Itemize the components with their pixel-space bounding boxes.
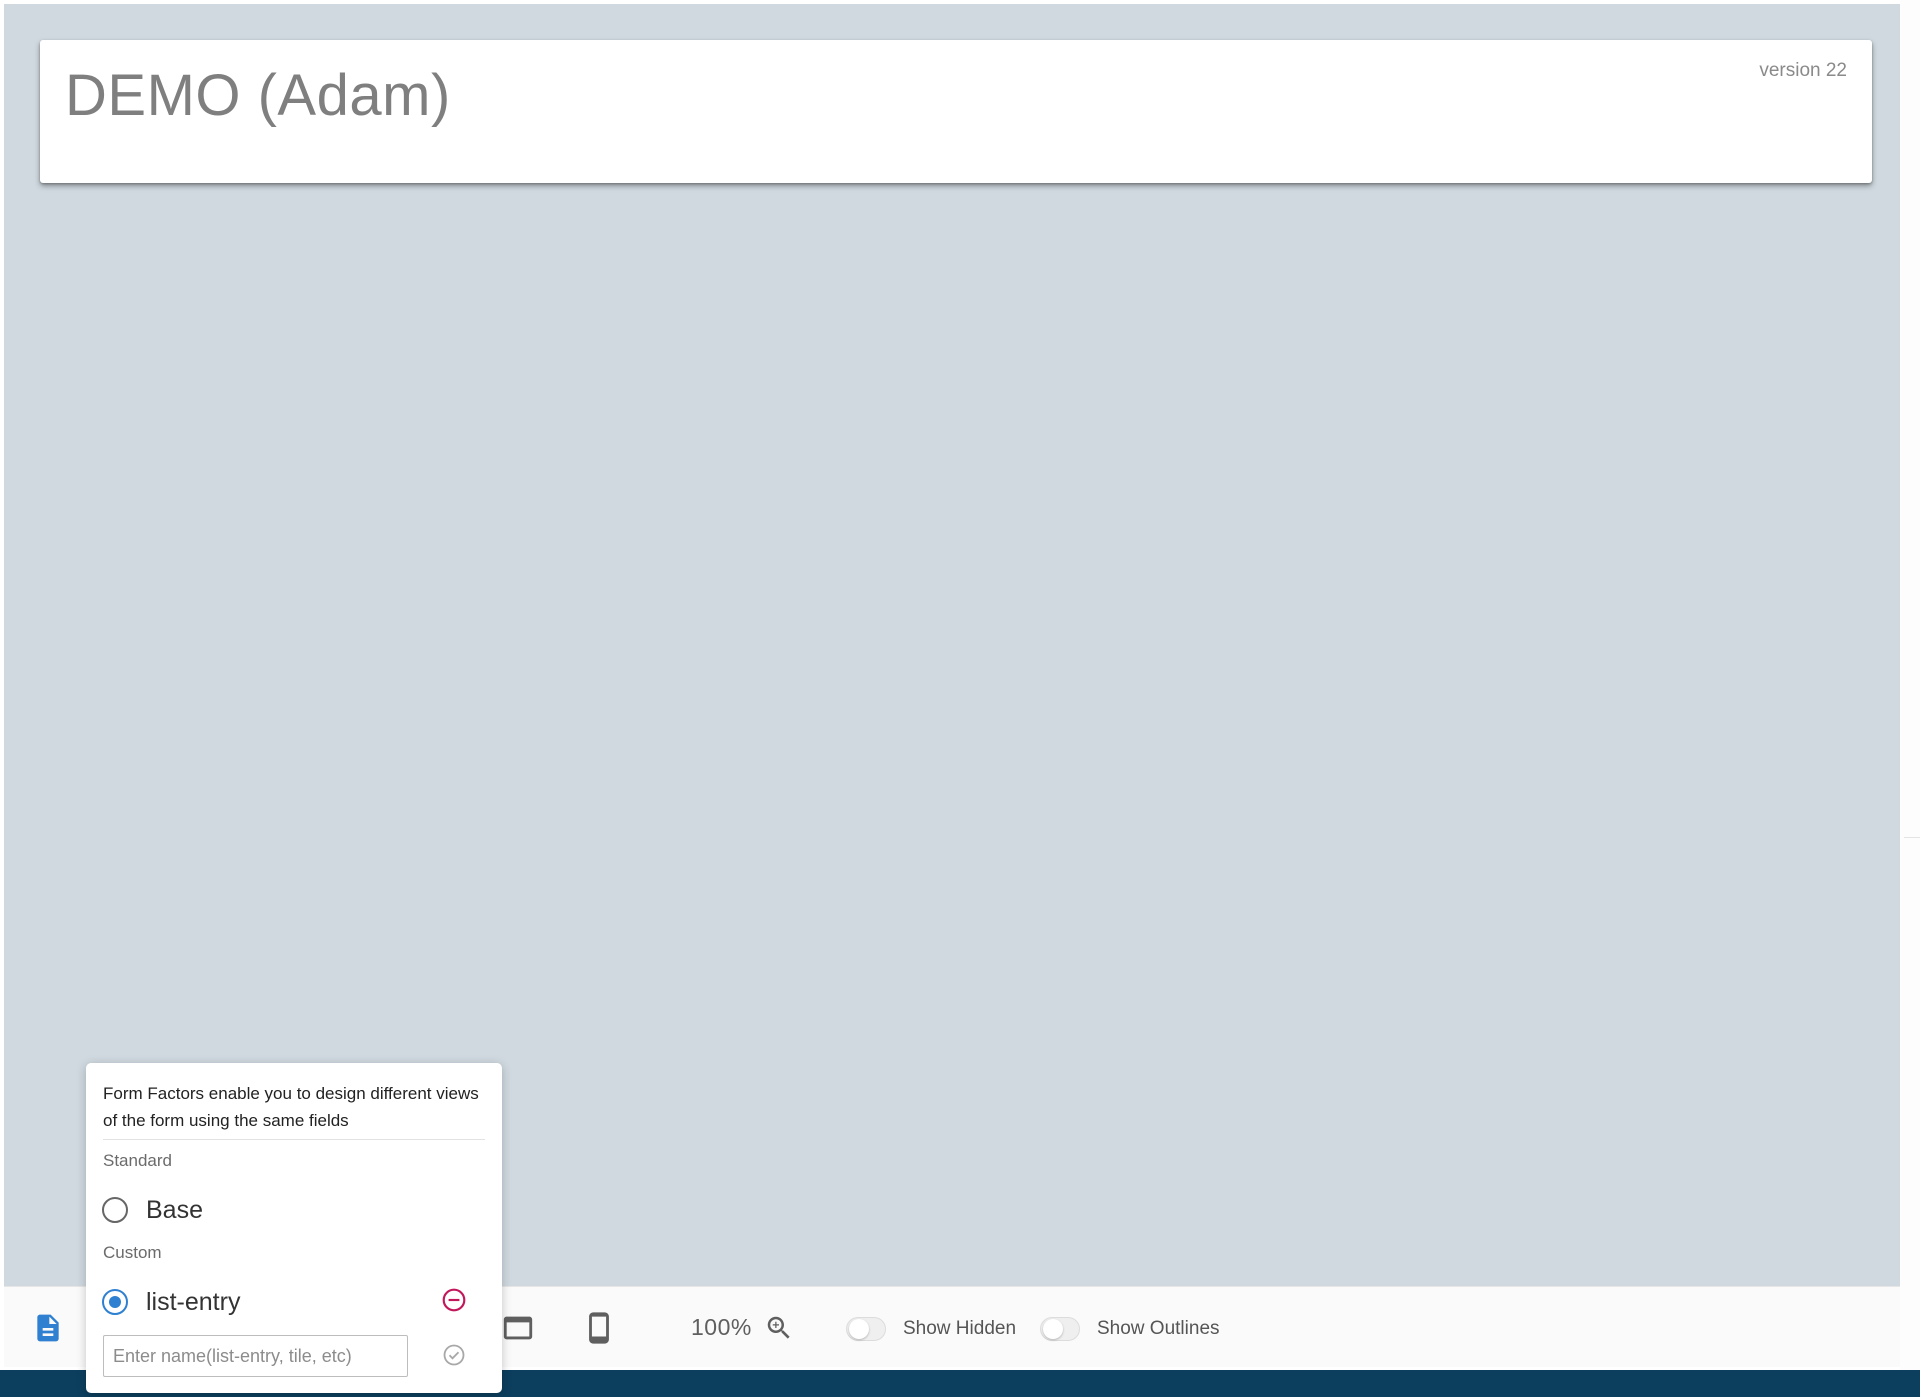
phone-icon[interactable] — [582, 1309, 616, 1347]
zoom-level: 100% — [691, 1314, 752, 1340]
show-outlines-label: Show Outlines — [1097, 1318, 1220, 1339]
remove-circle-icon[interactable] — [441, 1287, 467, 1313]
standard-section-label: Standard — [103, 1151, 172, 1170]
custom-section-label: Custom — [103, 1243, 162, 1262]
document-icon[interactable] — [32, 1311, 64, 1345]
show-outlines-toggle[interactable] — [1040, 1317, 1080, 1341]
toggle-knob — [849, 1319, 869, 1339]
radio-selected-dot — [109, 1296, 121, 1308]
form-header-card: DEMO (Adam) version 22 — [40, 40, 1872, 183]
form-factor-name-input[interactable] — [103, 1335, 408, 1377]
toggle-knob — [1043, 1319, 1063, 1339]
right-edge-panel — [1900, 0, 1920, 1370]
base-radio[interactable] — [102, 1197, 128, 1223]
base-option-label[interactable]: Base — [146, 1196, 203, 1225]
check-circle-icon[interactable] — [442, 1343, 466, 1367]
show-hidden-toggle[interactable] — [846, 1317, 886, 1341]
list-entry-radio[interactable] — [102, 1289, 128, 1315]
right-edge-divider — [1904, 837, 1920, 838]
list-entry-option-label[interactable]: list-entry — [146, 1288, 240, 1317]
version-label: version 22 — [1759, 60, 1847, 81]
monitor-icon[interactable] — [501, 1311, 535, 1345]
show-hidden-label: Show Hidden — [903, 1318, 1017, 1339]
popover-divider — [103, 1139, 485, 1140]
zoom-in-icon[interactable] — [764, 1313, 794, 1343]
form-factors-popover: Form Factors enable you to design differ… — [86, 1063, 502, 1393]
form-title: DEMO (Adam) — [65, 63, 451, 128]
form-factors-description: Form Factors enable you to design differ… — [103, 1084, 479, 1130]
